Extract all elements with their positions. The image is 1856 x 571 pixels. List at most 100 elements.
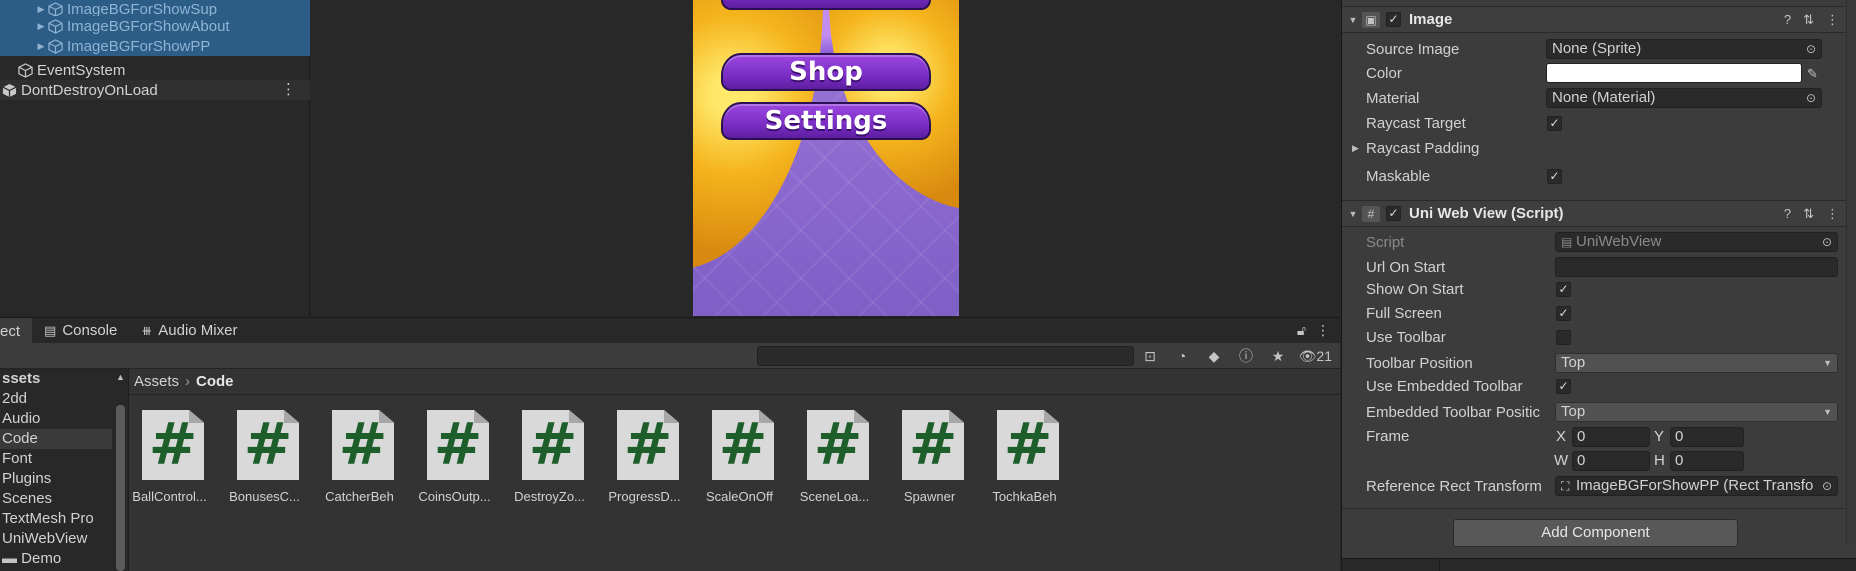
more-options-icon[interactable]: ⋮ xyxy=(1826,206,1839,222)
hidden-packages-count[interactable]: 👁︎21 xyxy=(1299,348,1332,365)
url-on-start-input[interactable] xyxy=(1555,257,1838,277)
hierarchy-item-imagebgforshowabout[interactable]: ▶ ImageBGForShowAbout xyxy=(0,16,310,36)
folder-code[interactable]: Code xyxy=(0,429,112,449)
collapse-arrow-icon[interactable]: ▼ xyxy=(1344,209,1362,219)
help-icon[interactable]: ? xyxy=(1784,12,1791,28)
frame-w-label: W xyxy=(1554,452,1569,469)
preset-icon[interactable]: ⇅ xyxy=(1803,206,1814,222)
object-picker-icon[interactable]: ⊙ xyxy=(1822,233,1832,251)
expand-arrow-icon[interactable]: ▶ xyxy=(34,41,48,52)
folder-scenes[interactable]: Scenes xyxy=(0,489,112,509)
more-options-icon[interactable]: ⋮ xyxy=(1826,12,1839,28)
object-picker-icon[interactable]: ⊙ xyxy=(1819,477,1832,495)
asset-script-item[interactable]: # ProgressD... xyxy=(597,410,692,510)
csharp-script-icon: # xyxy=(142,410,204,480)
asset-name: CatcherBeh xyxy=(325,489,394,504)
uniwebview-component-header[interactable]: ▼ # ✓ Uni Web View (Script) ? ⇅ ⋮ xyxy=(1342,200,1847,227)
object-picker-icon[interactable]: ⊙ xyxy=(1806,89,1816,107)
show-on-start-row: Show On Start ✓ xyxy=(1342,279,1847,301)
source-image-field[interactable]: None (Sprite) ⊙ xyxy=(1546,39,1822,59)
hierarchy-item-imagebgforshowpp[interactable]: ▶ ImageBGForShowPP xyxy=(0,36,310,56)
show-on-start-checkbox[interactable]: ✓ xyxy=(1556,282,1571,297)
lock-icon[interactable]: 🔓︎ xyxy=(1297,322,1306,339)
filter-by-label-icon[interactable]: ◆ xyxy=(1199,346,1229,366)
breadcrumb-assets[interactable]: Assets xyxy=(134,373,179,390)
search-input[interactable] xyxy=(757,346,1134,366)
embedded-toolbar-position-dropdown[interactable]: Top ▼ xyxy=(1555,402,1838,422)
more-options-icon[interactable]: ⋮ xyxy=(1316,322,1330,339)
eyedropper-icon[interactable]: ✎ xyxy=(1807,66,1818,82)
expand-arrow-icon[interactable]: ▶ xyxy=(1352,143,1359,154)
preset-icon[interactable]: ⇅ xyxy=(1803,12,1814,28)
asset-script-item[interactable]: # CatcherBeh xyxy=(312,410,407,510)
game-screen[interactable]: Shop Settings xyxy=(693,0,959,316)
reference-rect-transform-field[interactable]: ⛶ ImageBGForShowPP (Rect Transfo ⊙ xyxy=(1555,476,1838,496)
image-component-header[interactable]: ▼ ▣ ✓ Image ? ⇅ ⋮ xyxy=(1342,6,1847,33)
use-embedded-toolbar-checkbox[interactable]: ✓ xyxy=(1556,379,1571,394)
asset-script-item[interactable]: # BallControl... xyxy=(122,410,217,510)
breadcrumb-current[interactable]: Code xyxy=(196,373,234,390)
game-top-button[interactable] xyxy=(721,0,931,10)
asset-script-item[interactable]: # Spawner xyxy=(882,410,977,510)
property-label: Raycast Padding xyxy=(1366,140,1480,157)
hierarchy-item-dontdestroyonload[interactable]: DontDestroyOnLoad ⋮ xyxy=(0,80,310,100)
folder-uniwebview[interactable]: UniWebView xyxy=(0,529,112,549)
maskable-checkbox[interactable]: ✓ xyxy=(1547,169,1562,184)
property-label: Frame xyxy=(1366,428,1410,445)
property-label: Use Embedded Toolbar xyxy=(1366,378,1523,395)
help-icon[interactable]: ? xyxy=(1784,206,1791,222)
filter-by-type-icon[interactable]: ◔ xyxy=(1167,346,1197,366)
raycast-target-checkbox[interactable]: ✓ xyxy=(1547,116,1562,131)
color-swatch-field[interactable] xyxy=(1546,63,1802,83)
property-label: Use Toolbar xyxy=(1366,329,1446,346)
folder-plugins[interactable]: Plugins xyxy=(0,469,112,489)
scroll-up-arrow-icon[interactable]: ▲ xyxy=(116,372,125,382)
frame-h-input[interactable]: 0 xyxy=(1670,451,1744,471)
log-icon[interactable]: ⓘ xyxy=(1231,346,1261,366)
asset-script-item[interactable]: # CoinsOutp... xyxy=(407,410,502,510)
inspector-panel: ▼ ▣ ✓ Image ? ⇅ ⋮ Source Image None (Spr… xyxy=(1341,0,1856,571)
csharp-script-icon: # xyxy=(617,410,679,480)
full-screen-checkbox[interactable]: ✓ xyxy=(1556,306,1571,321)
folder-demo[interactable]: ▬ Demo xyxy=(0,549,112,569)
material-field[interactable]: None (Material) ⊙ xyxy=(1546,88,1822,108)
add-component-button[interactable]: Add Component xyxy=(1453,519,1738,547)
tab-console[interactable]: ▤ Console xyxy=(32,318,129,344)
expand-arrow-icon[interactable]: ▶ xyxy=(34,21,48,32)
frame-w-input[interactable]: 0 xyxy=(1572,451,1650,471)
folder-assets[interactable]: ssets xyxy=(0,369,112,389)
favorite-star-icon[interactable]: ★ xyxy=(1263,346,1293,366)
raycast-target-row: Raycast Target ✓ xyxy=(1342,113,1847,135)
settings-button[interactable]: Settings xyxy=(721,102,931,140)
asset-script-item[interactable]: # DestroyZo... xyxy=(502,410,597,510)
folder-font[interactable]: Font xyxy=(0,449,112,469)
asset-script-item[interactable]: # TochkaBeh xyxy=(977,410,1072,510)
folder-2dd[interactable]: 2dd xyxy=(0,389,112,409)
inspector-scrollbar[interactable] xyxy=(1846,0,1856,545)
script-field[interactable]: ▤ UniWebView ⊙ xyxy=(1555,232,1838,252)
folder-textmesh-pro[interactable]: TextMesh Pro xyxy=(0,509,112,529)
frame-y-input[interactable]: 0 xyxy=(1670,427,1744,447)
uniwebview-enabled-checkbox[interactable]: ✓ xyxy=(1386,206,1401,221)
toolbar-position-dropdown[interactable]: Top ▼ xyxy=(1555,353,1838,373)
asset-script-item[interactable]: # BonusesC... xyxy=(217,410,312,510)
image-enabled-checkbox[interactable]: ✓ xyxy=(1386,12,1401,27)
collapse-arrow-icon[interactable]: ▼ xyxy=(1344,15,1362,25)
more-options-icon[interactable]: ⋮ xyxy=(281,80,296,98)
search-by-type-icon[interactable]: ⊡ xyxy=(1135,346,1165,366)
object-picker-icon[interactable]: ⊙ xyxy=(1806,40,1816,58)
expand-arrow-icon[interactable]: ▶ xyxy=(34,4,48,15)
raycast-padding-row[interactable]: ▶ Raycast Padding xyxy=(1342,138,1847,160)
shop-button[interactable]: Shop xyxy=(721,53,931,91)
asset-grid: Assets › Code # BallControl... # Bonuses… xyxy=(128,369,1341,571)
frame-x-input[interactable]: 0 xyxy=(1572,427,1650,447)
frame-h-label: H xyxy=(1654,452,1665,469)
tab-project[interactable]: ect xyxy=(0,317,33,344)
hierarchy-item-eventsystem[interactable]: EventSystem xyxy=(0,60,310,80)
toolbar-position-row: Toolbar Position Top ▼ xyxy=(1342,353,1847,375)
use-toolbar-checkbox[interactable] xyxy=(1556,330,1571,345)
tab-audio-mixer[interactable]: ⧻ Audio Mixer xyxy=(129,318,249,344)
folder-audio[interactable]: Audio xyxy=(0,409,112,429)
asset-script-item[interactable]: # ScaleOnOff xyxy=(692,410,787,510)
asset-script-item[interactable]: # SceneLoa... xyxy=(787,410,882,510)
